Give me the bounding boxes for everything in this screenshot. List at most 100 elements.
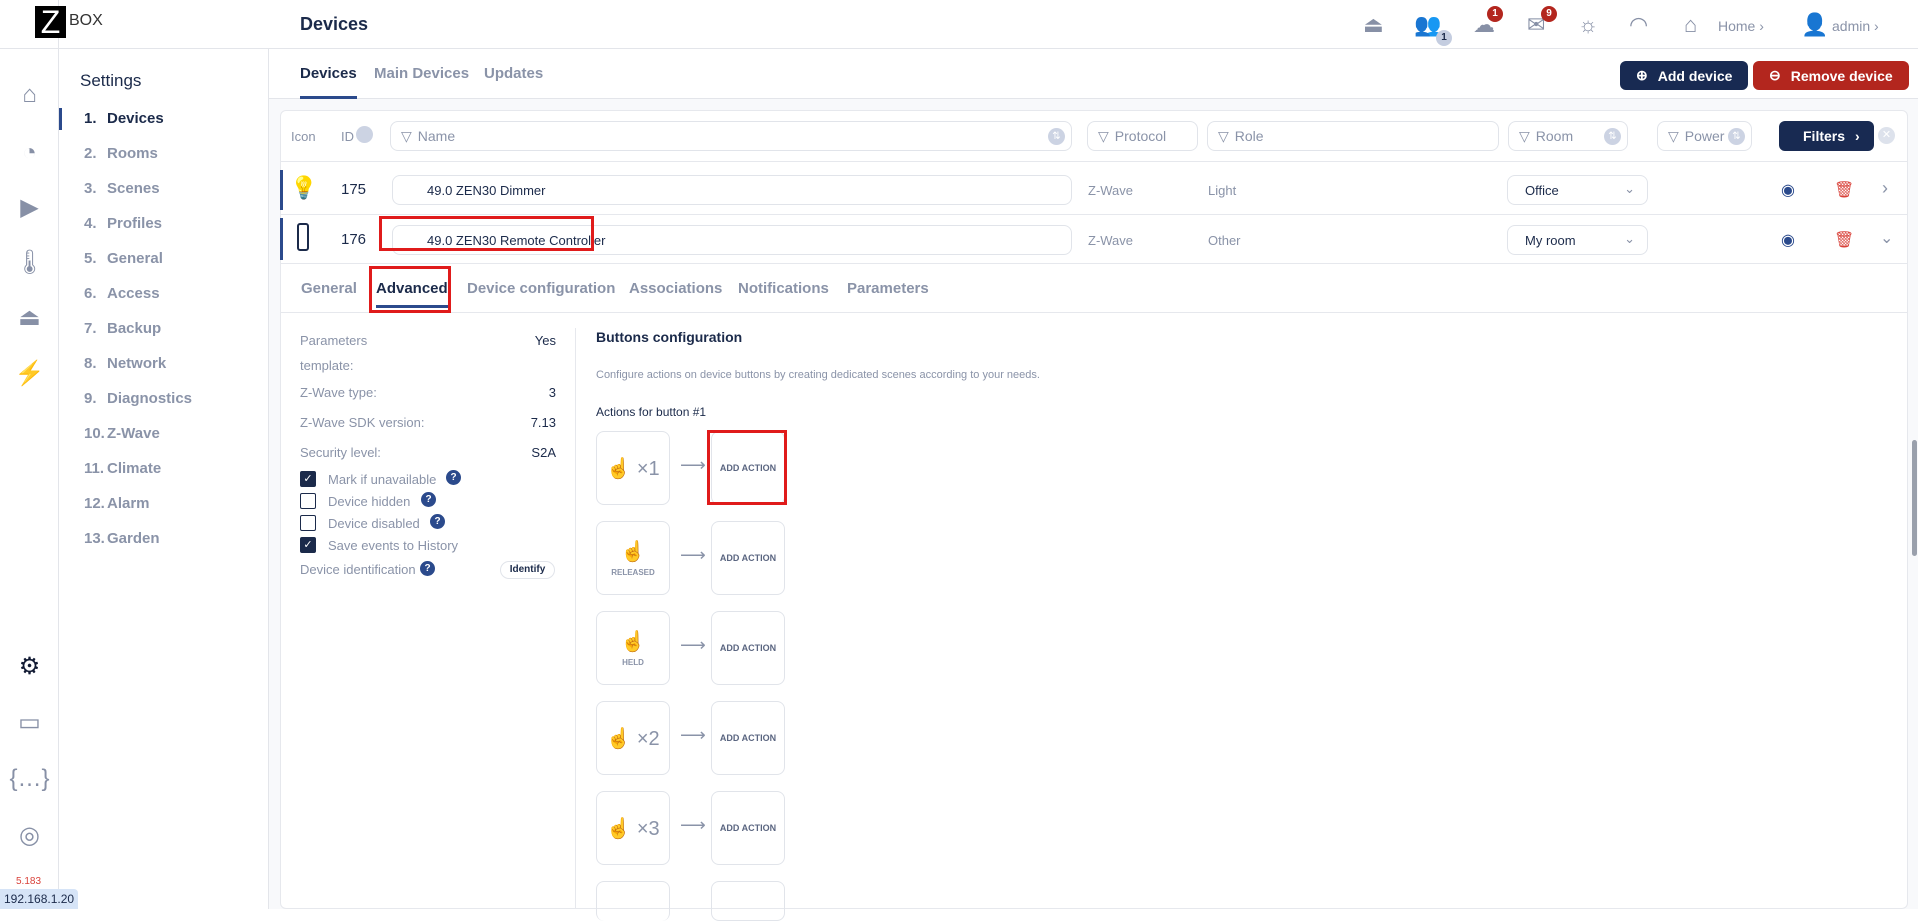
tab-updates[interactable]: Updates	[484, 65, 543, 82]
item-number: 10.	[84, 425, 105, 442]
hand-release-icon: ☝	[620, 541, 646, 563]
home-icon[interactable]: ⌂	[14, 79, 45, 110]
subtab-notifications[interactable]: Notifications	[738, 280, 829, 297]
device-name-input[interactable]: 49.0 ZEN30 Dimmer	[392, 175, 1072, 205]
sun-icon[interactable]: ☼	[1578, 12, 1598, 38]
settings-item-rooms[interactable]: 2. Rooms	[84, 145, 158, 162]
add-action-button[interactable]: ADD ACTION	[711, 611, 785, 685]
item-label: Rooms	[107, 145, 158, 162]
room-select[interactable]: My room ⌄	[1507, 225, 1648, 255]
zwave-type-value: 3	[548, 385, 556, 400]
mail-icon[interactable]: ✉ 9	[1527, 6, 1557, 38]
help-icon[interactable]: ?	[430, 514, 445, 529]
role-filter[interactable]: ▽ Role	[1207, 121, 1499, 151]
add-action-button[interactable]: ADD ACTION	[711, 521, 785, 595]
subtab-parameters[interactable]: Parameters	[847, 280, 929, 297]
add-action-button[interactable]: ADD ACTION	[711, 791, 785, 865]
play-icon[interactable]: ▶	[14, 192, 45, 223]
button-actions-subtitle: Actions for button #1	[596, 405, 707, 419]
chevron-down-icon[interactable]: ⌄	[1880, 228, 1893, 248]
identify-button[interactable]: Identify	[500, 561, 555, 579]
help-icon[interactable]: ?	[421, 492, 436, 507]
clock-icon[interactable]: ◔	[14, 137, 45, 168]
sort-icon[interactable]: ⇅	[1048, 128, 1065, 145]
logo-text: BOX	[69, 12, 103, 29]
filters-button[interactable]: Filters ›	[1779, 121, 1874, 151]
home-link[interactable]: Home ›	[1718, 18, 1764, 34]
trash-icon[interactable]: 🗑	[1834, 180, 1854, 200]
download-icon[interactable]: ☁ 1	[1473, 6, 1503, 38]
help-icon[interactable]: ?	[420, 561, 435, 576]
room-select[interactable]: Office ⌄	[1507, 175, 1648, 205]
clear-filters-icon[interactable]: ✕	[1878, 127, 1895, 144]
eye-icon[interactable]: ◉	[1781, 230, 1795, 250]
trash-icon[interactable]: 🗑	[1834, 230, 1854, 250]
gauge-icon[interactable]: ◠	[1629, 12, 1648, 38]
help-icon[interactable]: ?	[446, 470, 461, 485]
scrollbar[interactable]	[1912, 440, 1917, 556]
sort-icon[interactable]: ⇅	[1728, 128, 1745, 145]
trigger-press-twice: ☝ ×2	[596, 701, 670, 775]
item-label: Profiles	[107, 215, 163, 232]
settings-item-devices[interactable]: 1. Devices	[84, 110, 164, 127]
power-filter[interactable]: ▽ Power ⇅	[1657, 121, 1752, 151]
row-indicator	[280, 170, 283, 210]
settings-item-climate[interactable]: 11. Climate	[84, 460, 161, 477]
thermometer-icon[interactable]: 🌡	[14, 247, 45, 278]
home-label: Home	[1718, 18, 1756, 34]
sdk-version-label: Z-Wave SDK version:	[300, 415, 425, 430]
api-icon[interactable]: {…}	[9, 763, 49, 794]
settings-item-scenes[interactable]: 3. Scenes	[84, 180, 160, 197]
support-icon[interactable]: ◎	[14, 820, 45, 851]
room-filter[interactable]: ▽ Room ⇅	[1508, 121, 1628, 151]
device-protocol: Z-Wave	[1088, 183, 1134, 198]
subtab-associations[interactable]: Associations	[629, 280, 722, 297]
name-filter[interactable]: ▽ Name ⇅	[390, 121, 1072, 151]
settings-item-access[interactable]: 6. Access	[84, 285, 160, 302]
settings-item-network[interactable]: 8. Network	[84, 355, 166, 372]
item-number: 4.	[84, 215, 97, 232]
eye-icon[interactable]: ◉	[1781, 180, 1795, 200]
tab-main-devices[interactable]: Main Devices	[374, 65, 469, 82]
settings-item-diagnostics[interactable]: 9. Diagnostics	[84, 390, 192, 407]
terminal-icon[interactable]: ▭	[14, 707, 45, 738]
settings-item-general[interactable]: 5. General	[84, 250, 163, 267]
gear-icon[interactable]: ⚙	[14, 651, 45, 682]
settings-item-profiles[interactable]: 4. Profiles	[84, 215, 162, 232]
chevron-right-icon[interactable]: ›	[1882, 178, 1888, 199]
mark-unavailable-checkbox[interactable]: ✓	[300, 471, 316, 487]
lightning-icon[interactable]: ⚡	[14, 358, 45, 389]
save-events-checkbox[interactable]: ✓	[300, 537, 316, 553]
settings-item-alarm[interactable]: 12. Alarm	[84, 495, 150, 512]
protocol-filter[interactable]: ▽ Protocol	[1087, 121, 1198, 151]
settings-item-garden[interactable]: 13. Garden	[84, 530, 160, 547]
id-column-header[interactable]: ID	[341, 129, 354, 144]
user-menu[interactable]: admin ›	[1832, 18, 1879, 34]
settings-item-backup[interactable]: 7. Backup	[84, 320, 161, 337]
remove-device-button[interactable]: ⊖ Remove device	[1753, 61, 1909, 90]
alarm-icon[interactable]: ⏏	[14, 302, 45, 333]
sort-icon[interactable]	[356, 126, 373, 143]
trigger-press-once: ☝ ×1	[596, 431, 670, 505]
tab-devices[interactable]: Devices	[300, 65, 357, 99]
chevron-down-icon: ⌄	[1624, 231, 1635, 246]
sort-icon[interactable]: ⇅	[1604, 128, 1621, 145]
device-hidden-checkbox[interactable]	[300, 493, 316, 509]
arrow-icon: ⟶	[680, 635, 706, 655]
siren-icon[interactable]: ⏏	[1363, 12, 1384, 38]
add-action-button[interactable]	[711, 881, 785, 921]
add-device-button[interactable]: ⊕ Add device	[1620, 61, 1749, 90]
item-number: 9.	[84, 390, 97, 407]
users-icon[interactable]: 👥 1	[1414, 12, 1452, 46]
sdk-version-value: 7.13	[530, 415, 556, 430]
subtab-general[interactable]: General	[301, 280, 357, 297]
subtab-device-configuration[interactable]: Device configuration	[467, 280, 615, 297]
settings-title: Settings	[80, 71, 142, 90]
add-action-button[interactable]: ADD ACTION	[711, 701, 785, 775]
device-disabled-checkbox[interactable]	[300, 515, 316, 531]
device-identification-label: Device identification	[300, 562, 416, 577]
minus-icon: ⊖	[1769, 67, 1781, 83]
item-number: 7.	[84, 320, 97, 337]
settings-item-z-wave[interactable]: 10. Z-Wave	[84, 425, 160, 442]
arrow-icon: ⟶	[680, 815, 706, 835]
